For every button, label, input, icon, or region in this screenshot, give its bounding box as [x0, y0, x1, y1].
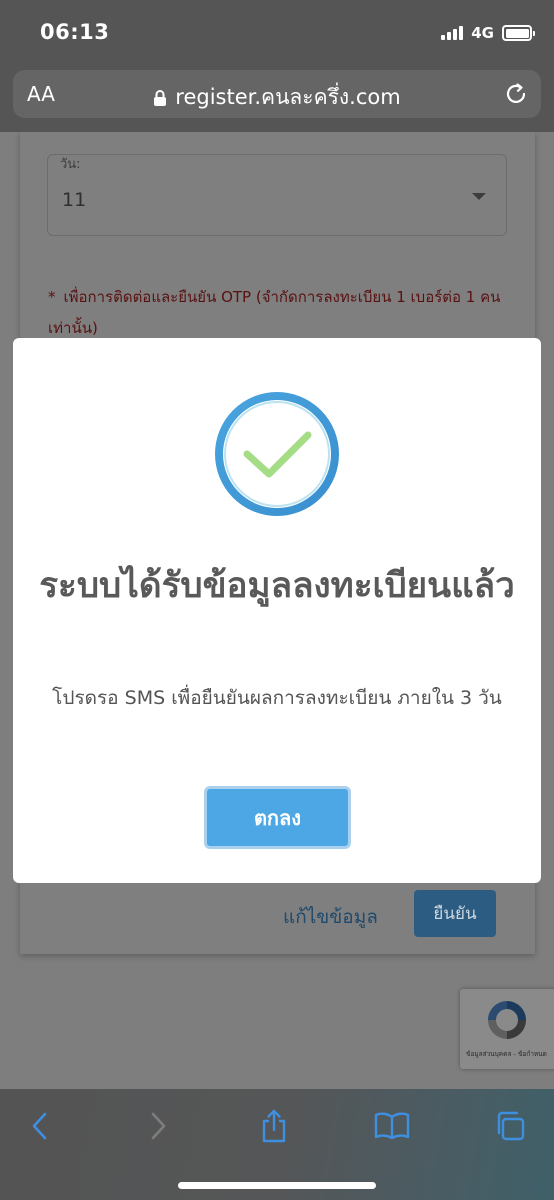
forward-button[interactable] — [138, 1109, 178, 1143]
otp-note-text: เพื่อการติดต่อและยืนยัน OTP (จำกัดการลงท… — [48, 288, 501, 337]
recaptcha-footer[interactable]: ข้อมูลส่วนบุคคล - ข้อกำหนด — [466, 1049, 547, 1059]
chevron-down-icon — [472, 193, 486, 200]
bookmarks-icon — [374, 1112, 410, 1140]
day-select[interactable]: วัน: 11 — [47, 154, 507, 236]
ok-button[interactable]: ตกลง — [204, 786, 351, 849]
forward-icon — [151, 1112, 166, 1140]
address-bar[interactable]: AA register.คนละครึ่ง.com — [13, 70, 541, 118]
otp-note: * เพื่อการติดต่อและยืนยัน OTP (จำกัดการลง… — [48, 282, 503, 344]
tabs-icon — [497, 1111, 525, 1141]
url-text: register.คนละครึ่ง.com — [175, 85, 401, 109]
battery-icon — [502, 25, 535, 41]
success-dialog: ระบบได้รับข้อมูลลงทะเบียนแล้ว โปรดรอ SMS… — [13, 338, 541, 883]
reload-icon[interactable] — [503, 81, 529, 107]
share-icon — [262, 1109, 286, 1143]
success-check-icon — [215, 392, 339, 516]
signal-icon — [441, 26, 464, 40]
home-indicator — [178, 1182, 376, 1189]
edit-info-link[interactable]: แก้ไขข้อมูล — [283, 902, 378, 932]
status-time: 06:13 — [40, 20, 110, 44]
url-display[interactable]: register.คนละครึ่ง.com — [13, 81, 541, 114]
dialog-message: โปรดรอ SMS เพื่อยืนยันผลการลงทะเบียน ภาย… — [52, 687, 502, 709]
network-label: 4G — [471, 24, 494, 42]
bookmarks-button[interactable] — [372, 1109, 412, 1143]
back-button[interactable] — [20, 1109, 60, 1143]
day-value: 11 — [62, 189, 87, 211]
recaptcha-icon — [488, 1001, 526, 1039]
recaptcha-badge[interactable]: ข้อมูลส่วนบุคคล - ข้อกำหนด — [460, 989, 554, 1069]
back-icon — [32, 1112, 47, 1140]
required-marker: * — [48, 288, 56, 306]
status-bar: 06:13 4G — [0, 0, 554, 64]
day-label: วัน: — [60, 157, 81, 172]
confirm-button[interactable]: ยืนยัน — [414, 890, 496, 937]
lock-icon — [154, 89, 167, 106]
dialog-title: ระบบได้รับข้อมูลลงทะเบียนแล้ว — [39, 566, 515, 606]
browser-toolbar: AA register.คนละครึ่ง.com — [0, 64, 554, 132]
tabs-button[interactable] — [490, 1109, 530, 1143]
share-button[interactable] — [254, 1109, 294, 1143]
status-indicators: 4G — [441, 22, 535, 44]
